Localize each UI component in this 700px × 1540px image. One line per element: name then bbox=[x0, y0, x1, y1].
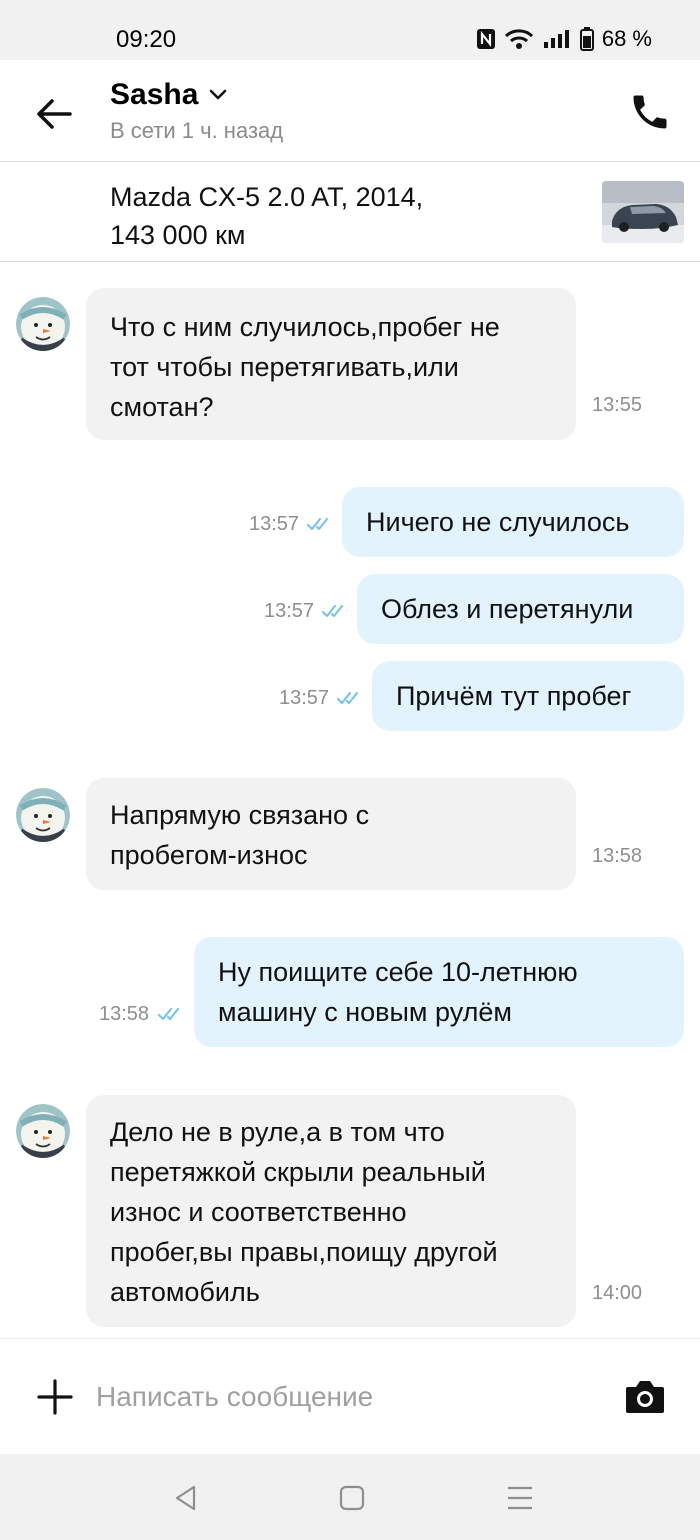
status-icons: 68 % bbox=[476, 26, 652, 52]
plus-icon bbox=[37, 1379, 73, 1415]
message-composer bbox=[0, 1338, 700, 1454]
message-text: Ничего не случилось bbox=[366, 507, 630, 537]
listing-thumbnail[interactable] bbox=[602, 181, 684, 243]
outgoing-message[interactable]: Причём тут пробег bbox=[372, 661, 684, 731]
chevron-down-icon[interactable] bbox=[208, 88, 228, 102]
message-input[interactable] bbox=[96, 1369, 596, 1425]
nav-menu-icon bbox=[508, 1486, 532, 1510]
nav-menu-button[interactable] bbox=[506, 1484, 534, 1512]
camera-icon bbox=[626, 1381, 664, 1413]
message-time: 13:58 bbox=[592, 845, 643, 867]
contact-status: В сети 1 ч. назад bbox=[110, 118, 284, 143]
avatar[interactable] bbox=[16, 788, 70, 842]
message-text: Напрямую связано с пробегом-износ bbox=[110, 800, 370, 870]
listing-title: Mazda CX-5 2.0 AT, 2014, 143 000 км bbox=[110, 182, 424, 250]
call-button[interactable] bbox=[628, 90, 672, 134]
message-time: 13:57 bbox=[279, 687, 330, 709]
nav-home-button[interactable] bbox=[338, 1484, 366, 1512]
read-ticks-icon bbox=[337, 691, 359, 705]
nav-back-icon bbox=[175, 1485, 196, 1511]
message-text: Облез и перетянули bbox=[381, 594, 634, 624]
incoming-message[interactable]: Дело не в руле,а в том что перетяжкой ск… bbox=[86, 1095, 576, 1327]
outgoing-message[interactable]: Ну поищите себе 10-летнюю машину с новым… bbox=[194, 937, 684, 1047]
listing-card[interactable]: Mazda CX-5 2.0 AT, 2014, 143 000 км bbox=[0, 162, 700, 262]
camera-button[interactable] bbox=[624, 1377, 666, 1415]
message-time: 13:55 bbox=[592, 394, 643, 416]
message-time: 13:57 bbox=[264, 600, 315, 622]
wifi-icon bbox=[504, 28, 534, 50]
system-nav-bar bbox=[0, 1454, 700, 1540]
snowman-avatar-icon bbox=[16, 1104, 70, 1158]
attach-button[interactable] bbox=[36, 1378, 74, 1416]
snowman-avatar-icon bbox=[16, 788, 70, 842]
outgoing-message[interactable]: Ничего не случилось bbox=[342, 487, 684, 557]
status-bar: 09:20 68 % bbox=[0, 0, 700, 60]
outgoing-message[interactable]: Облез и перетянули bbox=[357, 574, 684, 644]
message-text: Дело не в руле,а в том что перетяжкой ск… bbox=[110, 1117, 498, 1307]
message-text: Причём тут пробег bbox=[396, 681, 632, 711]
read-ticks-icon bbox=[322, 604, 344, 618]
message-time: 13:58 bbox=[99, 1003, 150, 1025]
status-time: 09:20 bbox=[116, 26, 177, 53]
nav-home-icon bbox=[339, 1485, 365, 1511]
message-time: 13:57 bbox=[249, 513, 300, 535]
message-list[interactable]: Что с ним случилось,пробег не тот чтобы … bbox=[0, 263, 700, 1338]
battery-icon bbox=[579, 27, 594, 51]
back-arrow-icon bbox=[37, 99, 72, 129]
nav-back-button[interactable] bbox=[172, 1484, 200, 1512]
message-time: 14:00 bbox=[592, 1282, 643, 1304]
avatar[interactable] bbox=[16, 1104, 70, 1158]
snowman-avatar-icon bbox=[16, 297, 70, 351]
signal-icon bbox=[542, 28, 572, 50]
contact-name[interactable]: Sasha bbox=[110, 78, 198, 112]
message-text: Ну поищите себе 10-летнюю машину с новым… bbox=[218, 957, 578, 1027]
nfc-icon bbox=[476, 28, 496, 50]
phone-icon bbox=[633, 95, 667, 129]
incoming-message[interactable]: Что с ним случилось,пробег не тот чтобы … bbox=[86, 288, 576, 440]
incoming-message[interactable]: Напрямую связано с пробегом-износ bbox=[86, 778, 576, 890]
battery-percent: 68 % bbox=[601, 26, 652, 51]
avatar[interactable] bbox=[16, 297, 70, 351]
read-ticks-icon bbox=[307, 517, 329, 531]
back-button[interactable] bbox=[34, 96, 74, 132]
message-text: Что с ним случилось,пробег не тот чтобы … bbox=[110, 312, 500, 422]
read-ticks-icon bbox=[158, 1007, 180, 1021]
chat-header: Sasha В сети 1 ч. назад bbox=[0, 60, 700, 162]
